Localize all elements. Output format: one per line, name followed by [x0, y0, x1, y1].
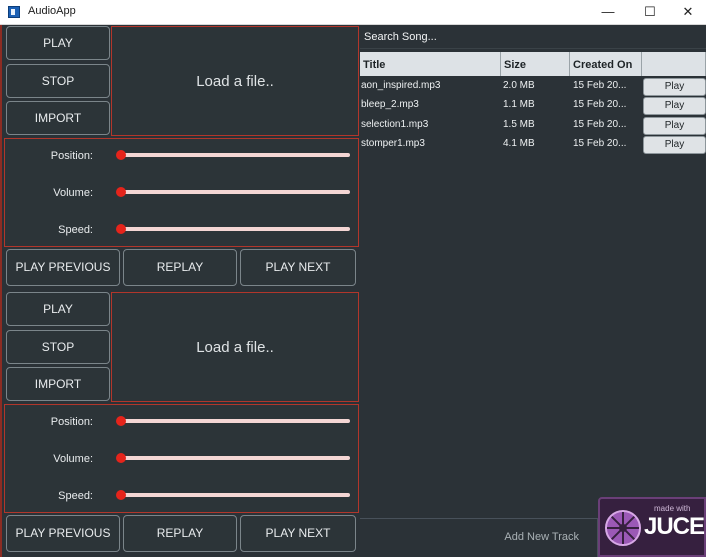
- deck1-play-previous-button[interactable]: PLAY PREVIOUS: [6, 249, 120, 286]
- deck1-position-label: Position:: [50, 150, 93, 162]
- deck2-position-thumb[interactable]: [116, 416, 126, 426]
- deck1-speed-slider[interactable]: [116, 224, 350, 234]
- deck2-position-slider[interactable]: [116, 416, 350, 426]
- deck1-speed-thumb[interactable]: [116, 224, 126, 234]
- deck2-play-button[interactable]: PLAY: [6, 292, 110, 326]
- deck1-play-button[interactable]: PLAY: [6, 26, 110, 60]
- deck2-load-file-text: Load a file..: [196, 339, 274, 356]
- deck2-volume-slider[interactable]: [116, 453, 350, 463]
- app-icon: [8, 6, 20, 18]
- deck2-replay-button[interactable]: REPLAY: [123, 515, 237, 552]
- deck1-load-file-text: Load a file..: [196, 73, 274, 90]
- deck2-speed-thumb[interactable]: [116, 490, 126, 500]
- maximize-icon[interactable]: ☐: [630, 0, 670, 24]
- track-size: 4.1 MB: [503, 138, 535, 149]
- deck1-replay-button[interactable]: REPLAY: [123, 249, 237, 286]
- track-size: 1.1 MB: [503, 99, 535, 110]
- deck1-volume-slider[interactable]: [116, 187, 350, 197]
- deck2-volume-thumb[interactable]: [116, 453, 126, 463]
- track-play-button[interactable]: Play: [643, 78, 706, 96]
- deck1-waveform-display: Load a file..: [111, 26, 359, 136]
- track-play-button[interactable]: Play: [643, 97, 706, 115]
- track-size: 2.0 MB: [503, 80, 535, 91]
- deck2-play-previous-button[interactable]: PLAY PREVIOUS: [6, 515, 120, 552]
- track-title[interactable]: aon_inspired.mp3: [361, 77, 499, 95]
- track-size: 1.5 MB: [503, 119, 535, 130]
- track-title[interactable]: stomper1.mp3: [361, 135, 499, 153]
- track-title[interactable]: bleep_2.mp3: [361, 96, 499, 114]
- deck2-speed-label: Speed:: [58, 490, 93, 502]
- deck1-position-thumb[interactable]: [116, 150, 126, 160]
- window-titlebar: AudioApp — ☐ ✕: [0, 0, 706, 25]
- track-play-button[interactable]: Play: [643, 136, 706, 154]
- deck2-volume-label: Volume:: [53, 453, 93, 465]
- made-with-text: made with: [654, 504, 691, 513]
- track-created: 15 Feb 20...: [573, 119, 627, 130]
- juce-logo: made with JUCE: [598, 497, 706, 557]
- deck2-import-button[interactable]: IMPORT: [6, 367, 110, 401]
- juce-emblem-icon: [605, 510, 641, 546]
- deck2-stop-button[interactable]: STOP: [6, 330, 110, 364]
- deck2-waveform-display: Load a file..: [111, 292, 359, 402]
- deck1-play-next-button[interactable]: PLAY NEXT: [240, 249, 356, 286]
- deck1-speed-label: Speed:: [58, 224, 93, 236]
- juce-wordmark: JUCE: [644, 513, 705, 540]
- column-header-title[interactable]: Title: [360, 52, 501, 76]
- track-created: 15 Feb 20...: [573, 138, 627, 149]
- search-text: Search Song...: [364, 31, 437, 43]
- window-title: AudioApp: [28, 5, 76, 17]
- track-play-button[interactable]: Play: [643, 117, 706, 135]
- add-new-track-button[interactable]: Add New Track: [360, 518, 598, 557]
- minimize-icon[interactable]: —: [588, 0, 628, 24]
- track-created: 15 Feb 20...: [573, 80, 627, 91]
- deck2-play-next-button[interactable]: PLAY NEXT: [240, 515, 356, 552]
- deck1-volume-label: Volume:: [53, 187, 93, 199]
- track-created: 15 Feb 20...: [573, 99, 627, 110]
- deck1-volume-thumb[interactable]: [116, 187, 126, 197]
- deck1-position-slider[interactable]: [116, 150, 350, 160]
- deck1-import-button[interactable]: IMPORT: [6, 101, 110, 135]
- deck2-speed-slider[interactable]: [116, 490, 350, 500]
- close-icon[interactable]: ✕: [668, 0, 706, 24]
- column-header-size[interactable]: Size: [501, 52, 570, 76]
- column-header-created-on[interactable]: Created On: [570, 52, 642, 76]
- column-header-action: [642, 52, 706, 76]
- deck2-position-label: Position:: [50, 416, 93, 428]
- track-title[interactable]: selection1.mp3: [361, 116, 499, 134]
- deck1-stop-button[interactable]: STOP: [6, 64, 110, 98]
- search-input[interactable]: Search Song...: [360, 26, 706, 49]
